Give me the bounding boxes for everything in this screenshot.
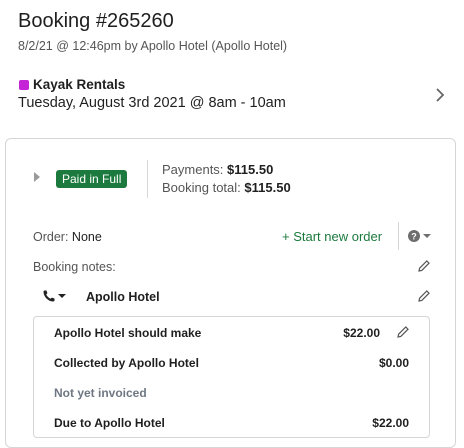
commission-row-label: Apollo Hotel should make <box>54 326 202 340</box>
help-icon[interactable]: ? <box>408 229 432 243</box>
order-value: None <box>71 230 102 244</box>
svg-text:?: ? <box>411 232 417 242</box>
booking-meta: 8/2/21 @ 12:46pm by Apollo Hotel (Apollo… <box>18 39 288 53</box>
payments-value: $115.50 <box>227 162 274 177</box>
product-time: Tuesday, August 3rd 2021 @ 8am - 10am <box>18 95 286 111</box>
order-label: Order: <box>33 230 69 244</box>
commission-row-label: Due to Apollo Hotel <box>54 416 165 430</box>
divider <box>398 222 399 250</box>
paid-status-badge: Paid in Full <box>56 170 128 188</box>
pencil-icon[interactable] <box>417 289 431 303</box>
product-color-dot <box>19 80 29 90</box>
divider <box>147 160 148 198</box>
booking-title: Booking #265260 <box>18 10 174 32</box>
pencil-icon[interactable] <box>396 325 410 339</box>
commission-row-value: $22.00 <box>343 326 380 340</box>
commission-row-label: Not yet invoiced <box>54 386 147 400</box>
booking-total-label: Booking total: <box>162 180 241 195</box>
caret-right-icon[interactable] <box>33 171 41 183</box>
payments-label: Payments: <box>162 162 224 177</box>
booking-total-value: $115.50 <box>244 180 291 195</box>
commission-row-value: $0.00 <box>378 356 409 370</box>
pencil-icon[interactable] <box>417 259 431 273</box>
start-new-order-button[interactable]: + Start new order <box>282 229 382 244</box>
payments-summary: Payments: $115.50 <box>162 162 273 177</box>
chevron-right-icon[interactable] <box>432 87 448 103</box>
order-info: Order: None <box>33 230 102 244</box>
booking-total-summary: Booking total: $115.50 <box>162 180 291 195</box>
phone-icon[interactable] <box>42 289 68 303</box>
agent-name: Apollo Hotel <box>86 290 160 304</box>
product-name: Kayak Rentals <box>33 77 126 92</box>
booking-notes-label: Booking notes: <box>33 260 116 274</box>
commission-row-label: Collected by Apollo Hotel <box>54 356 199 370</box>
commission-row-value: $22.00 <box>372 416 409 430</box>
